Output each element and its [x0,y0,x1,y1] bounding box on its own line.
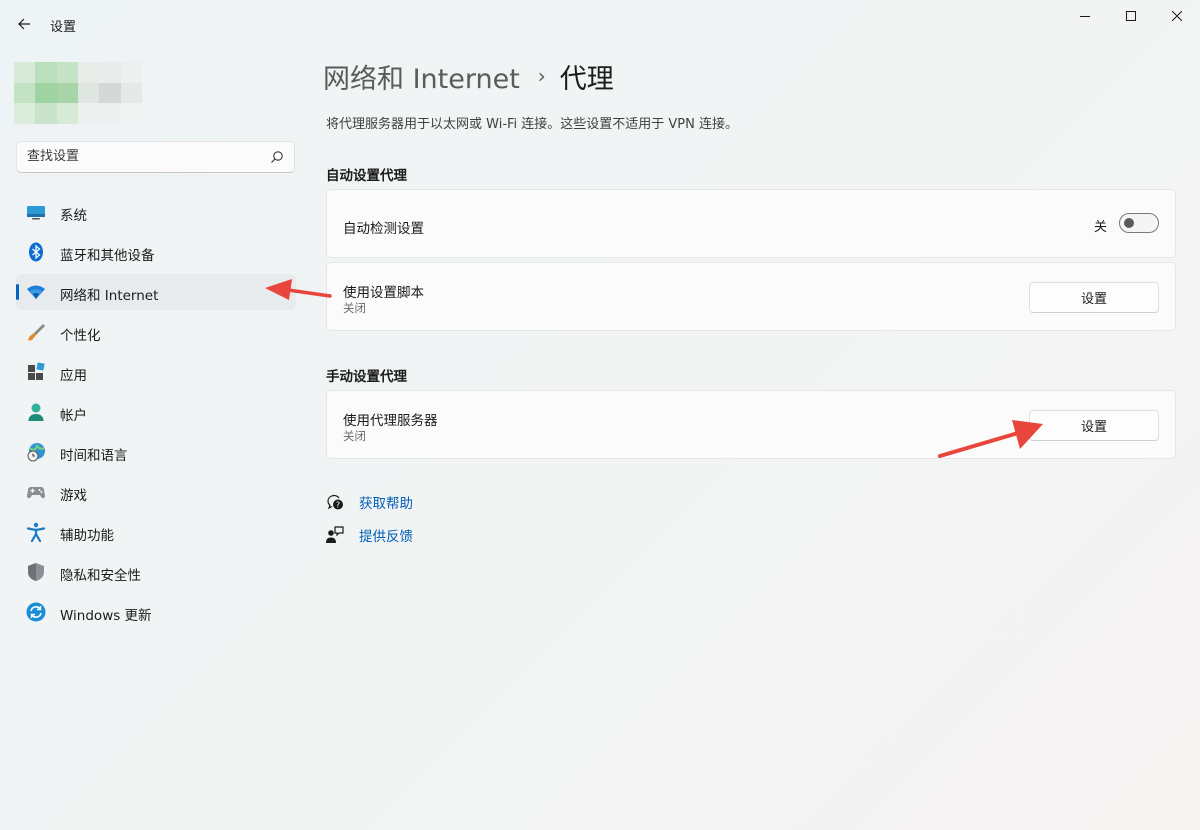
sidebar-item-label: 蓝牙和其他设备 [60,248,155,264]
breadcrumb-parent[interactable]: 网络和 Internet [323,57,520,96]
sidebar-item-label: 个性化 [60,328,101,344]
back-arrow-icon [18,18,30,30]
search-box[interactable] [16,141,295,173]
page-title: 代理 [559,63,614,95]
title-bar: 设置 [0,0,1200,48]
help-chat-icon: ? [327,494,343,510]
auto-proxy-section-title: 自动设置代理 [326,168,407,184]
get-help-link[interactable]: ? 获取帮助 [326,492,413,512]
sidebar-item-label: Windows 更新 [60,608,152,624]
proxy-server-label: 使用代理服务器 [343,413,438,429]
search-input[interactable] [27,149,257,164]
sidebar-item-label: 游戏 [60,488,87,504]
bluetooth-icon [29,242,43,262]
sidebar-item-time-language[interactable]: 时间和语言 [16,434,296,470]
sidebar-item-privacy[interactable]: 隐私和安全性 [16,554,296,590]
feedback-icon [326,526,344,543]
setup-script-card: 使用设置脚本 关闭 设置 [326,262,1176,331]
sidebar-item-label: 应用 [60,368,87,384]
minimize-icon [1080,16,1090,17]
monitor-icon [27,206,45,220]
minimize-button[interactable] [1062,0,1108,32]
auto-detect-card: 自动检测设置 关 [326,189,1176,258]
maximize-button[interactable] [1108,0,1154,32]
gamepad-icon [27,487,45,499]
sidebar-item-system[interactable]: 系统 [16,194,296,230]
svg-text:?: ? [336,501,340,510]
sidebar-item-windows-update[interactable]: Windows 更新 [16,594,296,630]
sidebar-item-label: 辅助功能 [60,528,114,544]
close-button[interactable] [1154,0,1200,32]
accessibility-icon [26,522,46,542]
avatar[interactable] [14,62,142,124]
sidebar-item-label: 网络和 Internet [60,288,159,304]
toggle-knob [1124,218,1134,228]
brush-icon [28,324,45,341]
proxy-server-card: 使用代理服务器 关闭 设置 [326,390,1176,459]
chevron-right-icon: › [537,64,546,88]
shield-icon [28,563,44,581]
sidebar-item-gaming[interactable]: 游戏 [16,474,296,510]
apps-icon [28,362,45,380]
sidebar-item-personalization[interactable]: 个性化 [16,314,296,350]
proxy-server-status: 关闭 [343,429,366,443]
maximize-icon [1126,11,1136,21]
setup-script-label: 使用设置脚本 [343,285,424,301]
globe-clock-icon [27,443,45,462]
sidebar-item-apps[interactable]: 应用 [16,354,296,390]
give-feedback-text[interactable]: 提供反馈 [359,525,413,545]
sidebar-item-label: 时间和语言 [60,448,128,464]
sidebar-item-label: 隐私和安全性 [60,568,141,584]
page-description: 将代理服务器用于以太网或 Wi-Fi 连接。这些设置不适用于 VPN 连接。 [326,117,739,132]
manual-proxy-section-title: 手动设置代理 [326,369,407,385]
breadcrumb: 网络和 Internet › 代理 [323,57,614,96]
toggle-state-label: 关 [1093,220,1107,235]
sidebar-item-network[interactable]: 网络和 Internet [16,274,296,310]
sidebar-item-bluetooth[interactable]: 蓝牙和其他设备 [16,234,296,270]
sidebar-item-label: 系统 [60,208,87,224]
search-icon[interactable] [270,150,284,164]
auto-detect-toggle[interactable] [1119,213,1159,233]
sidebar-item-accounts[interactable]: 帐户 [16,394,296,430]
sidebar-item-accessibility[interactable]: 辅助功能 [16,514,296,550]
close-icon [1172,11,1182,21]
sidebar-item-label: 帐户 [60,408,87,424]
setup-script-status: 关闭 [343,301,366,315]
person-icon [28,403,44,421]
proxy-server-button[interactable]: 设置 [1029,410,1159,441]
sidebar-nav: 系统 蓝牙和其他设备 网络和 Internet 个性化 应用 帐户 时间和语言 … [16,194,296,634]
setup-script-button[interactable]: 设置 [1029,282,1159,313]
back-button[interactable] [12,12,36,36]
wifi-icon [27,285,45,299]
get-help-text[interactable]: 获取帮助 [359,492,413,512]
update-icon [26,602,46,622]
auto-detect-label: 自动检测设置 [343,221,424,237]
give-feedback-link[interactable]: 提供反馈 [326,525,413,545]
app-title: 设置 [50,20,77,35]
